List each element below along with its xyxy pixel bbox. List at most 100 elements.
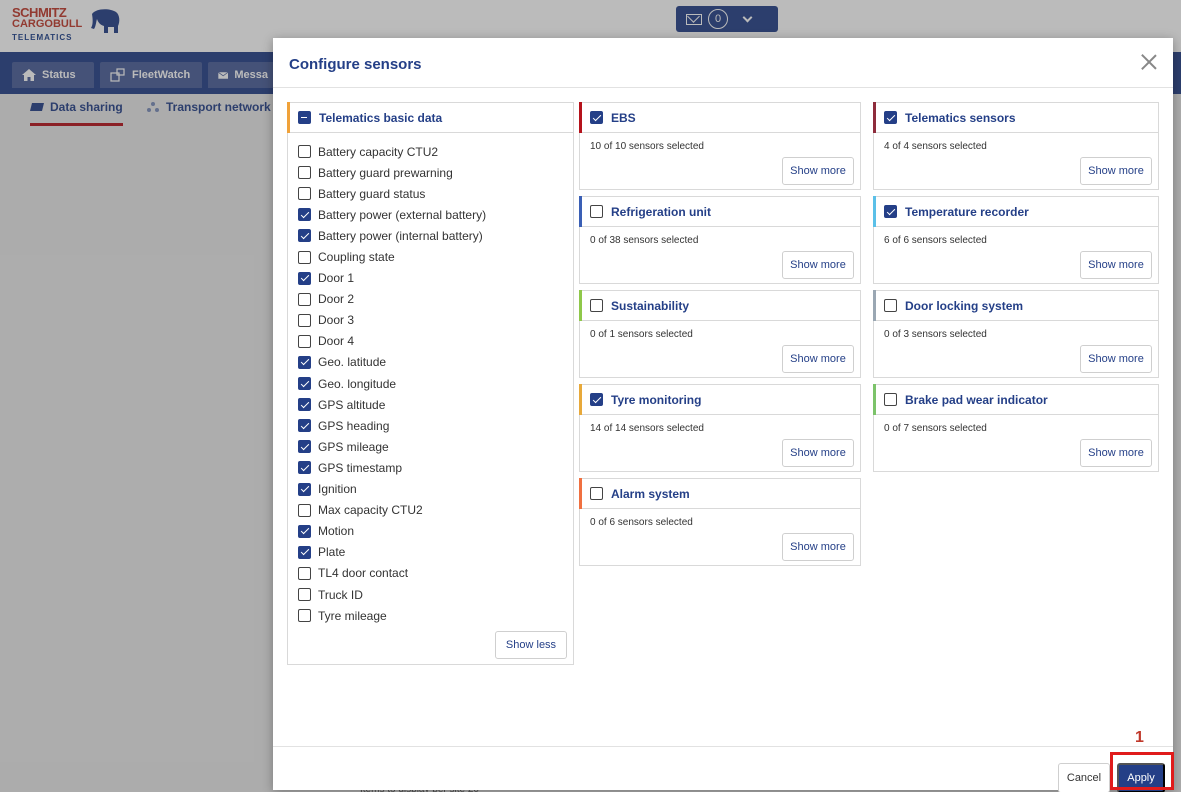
card-header[interactable]: Telematics basic data	[287, 102, 573, 133]
card-telematics-sensors: Telematics sensors 4 of 4 sensors select…	[873, 102, 1159, 190]
accent-bar	[579, 478, 582, 509]
card-header[interactable]: Temperature recorder	[873, 196, 1158, 227]
sensor-item[interactable]: Max capacity CTU2	[298, 500, 573, 521]
card-header[interactable]: Telematics sensors	[873, 102, 1158, 133]
sensor-count: 0 of 6 sensors selected	[590, 517, 693, 528]
sensor-count: 0 of 1 sensors selected	[590, 329, 693, 340]
group-checkbox[interactable]	[884, 393, 897, 406]
show-more-button[interactable]: Show more	[782, 533, 854, 561]
sensor-checkbox[interactable]	[298, 461, 311, 475]
sensor-checkbox[interactable]	[298, 524, 311, 538]
sensor-checkbox[interactable]	[298, 334, 311, 348]
sensor-checkbox[interactable]	[298, 588, 311, 602]
group-checkbox[interactable]	[590, 393, 603, 406]
show-less-button[interactable]: Show less	[495, 631, 567, 659]
card-title: Telematics sensors	[905, 110, 1016, 125]
sensor-checkbox[interactable]	[298, 545, 311, 559]
card-ebs: EBS 10 of 10 sensors selected Show more	[579, 102, 861, 190]
sensor-item[interactable]: Door 1	[298, 268, 573, 289]
card-header[interactable]: Alarm system	[579, 478, 860, 509]
close-icon[interactable]	[1139, 52, 1159, 72]
sensor-checkbox[interactable]	[298, 229, 311, 243]
show-more-button[interactable]: Show more	[1080, 251, 1152, 279]
show-more-button[interactable]: Show more	[782, 345, 854, 373]
sensor-item[interactable]: Geo. latitude	[298, 352, 573, 373]
sensor-item[interactable]: Tyre mileage	[298, 605, 573, 626]
card-title: Alarm system	[611, 486, 690, 501]
sensor-checkbox[interactable]	[298, 440, 311, 454]
card-header[interactable]: EBS	[579, 102, 860, 133]
sensor-item[interactable]: Geo. longitude	[298, 373, 573, 394]
sensor-item[interactable]: GPS mileage	[298, 436, 573, 457]
show-more-button[interactable]: Show more	[782, 157, 854, 185]
sensor-checkbox[interactable]	[298, 313, 311, 327]
sensor-checkbox[interactable]	[298, 398, 311, 412]
sensor-item[interactable]: Door 3	[298, 310, 573, 331]
cancel-button[interactable]: Cancel	[1058, 763, 1110, 792]
card-header[interactable]: Door locking system	[873, 290, 1158, 321]
sensor-count: 10 of 10 sensors selected	[590, 141, 704, 152]
accent-bar	[873, 102, 876, 133]
sensor-checkbox[interactable]	[298, 166, 311, 180]
sensor-count: 0 of 7 sensors selected	[884, 423, 987, 434]
sensor-item[interactable]: Door 4	[298, 331, 573, 352]
sensor-item[interactable]: Battery power (internal battery)	[298, 225, 573, 246]
card-header[interactable]: Sustainability	[579, 290, 860, 321]
show-more-button[interactable]: Show more	[1080, 157, 1152, 185]
group-checkbox[interactable]	[884, 299, 897, 312]
sensor-checkbox[interactable]	[298, 187, 311, 201]
sensor-item[interactable]: Truck ID	[298, 584, 573, 605]
card-refrigeration-unit: Refrigeration unit 0 of 38 sensors selec…	[579, 196, 861, 284]
show-more-button[interactable]: Show more	[782, 439, 854, 467]
sensor-item[interactable]: Door 2	[298, 289, 573, 310]
card-title: Temperature recorder	[905, 204, 1029, 219]
sensor-item[interactable]: GPS heading	[298, 415, 573, 436]
show-more-button[interactable]: Show more	[1080, 345, 1152, 373]
sensor-checkbox[interactable]	[298, 566, 311, 580]
card-telematics-basic-data: Telematics basic data Battery capacity C…	[287, 102, 574, 665]
step-number-annotation: 1	[1135, 729, 1144, 746]
group-checkbox[interactable]	[590, 205, 603, 218]
sensor-checkbox[interactable]	[298, 145, 311, 159]
sensor-count: 0 of 3 sensors selected	[884, 329, 987, 340]
group-checkbox[interactable]	[298, 111, 311, 124]
sensor-item[interactable]: Battery capacity CTU2	[298, 141, 573, 162]
sensor-checkbox[interactable]	[298, 208, 311, 222]
accent-bar	[873, 196, 876, 227]
sensor-item[interactable]: GPS altitude	[298, 394, 573, 415]
card-title: Brake pad wear indicator	[905, 392, 1048, 407]
group-checkbox[interactable]	[884, 111, 897, 124]
sensor-checkbox[interactable]	[298, 250, 311, 264]
sensor-item[interactable]: GPS timestamp	[298, 457, 573, 478]
group-checkbox[interactable]	[884, 205, 897, 218]
sensor-checkbox[interactable]	[298, 271, 311, 285]
card-sustainability: Sustainability 0 of 1 sensors selected S…	[579, 290, 861, 378]
sensor-item[interactable]: Ignition	[298, 479, 573, 500]
sensor-item[interactable]: Battery guard status	[298, 183, 573, 204]
show-more-button[interactable]: Show more	[782, 251, 854, 279]
card-brake-pad-wear-indicator: Brake pad wear indicator 0 of 7 sensors …	[873, 384, 1159, 472]
group-checkbox[interactable]	[590, 299, 603, 312]
sensor-checkbox[interactable]	[298, 609, 311, 623]
sensor-item[interactable]: Coupling state	[298, 246, 573, 267]
sensor-item[interactable]: TL4 door contact	[298, 563, 573, 584]
sensor-item[interactable]: Plate	[298, 542, 573, 563]
accent-bar	[873, 290, 876, 321]
card-header[interactable]: Refrigeration unit	[579, 196, 860, 227]
group-checkbox[interactable]	[590, 487, 603, 500]
sensor-checkbox[interactable]	[298, 482, 311, 496]
sensor-item[interactable]: Motion	[298, 521, 573, 542]
sensor-checkbox[interactable]	[298, 503, 311, 517]
sensor-checkbox[interactable]	[298, 292, 311, 306]
card-header[interactable]: Brake pad wear indicator	[873, 384, 1158, 415]
sensor-checkbox[interactable]	[298, 419, 311, 433]
sensor-item[interactable]: Battery guard prewarning	[298, 162, 573, 183]
sensor-checkbox[interactable]	[298, 355, 311, 369]
group-checkbox[interactable]	[590, 111, 603, 124]
show-more-button[interactable]: Show more	[1080, 439, 1152, 467]
card-header[interactable]: Tyre monitoring	[579, 384, 860, 415]
sensor-checkbox[interactable]	[298, 377, 311, 391]
sensor-item[interactable]: Battery power (external battery)	[298, 204, 573, 225]
accent-bar	[579, 102, 582, 133]
card-title: EBS	[611, 110, 636, 125]
